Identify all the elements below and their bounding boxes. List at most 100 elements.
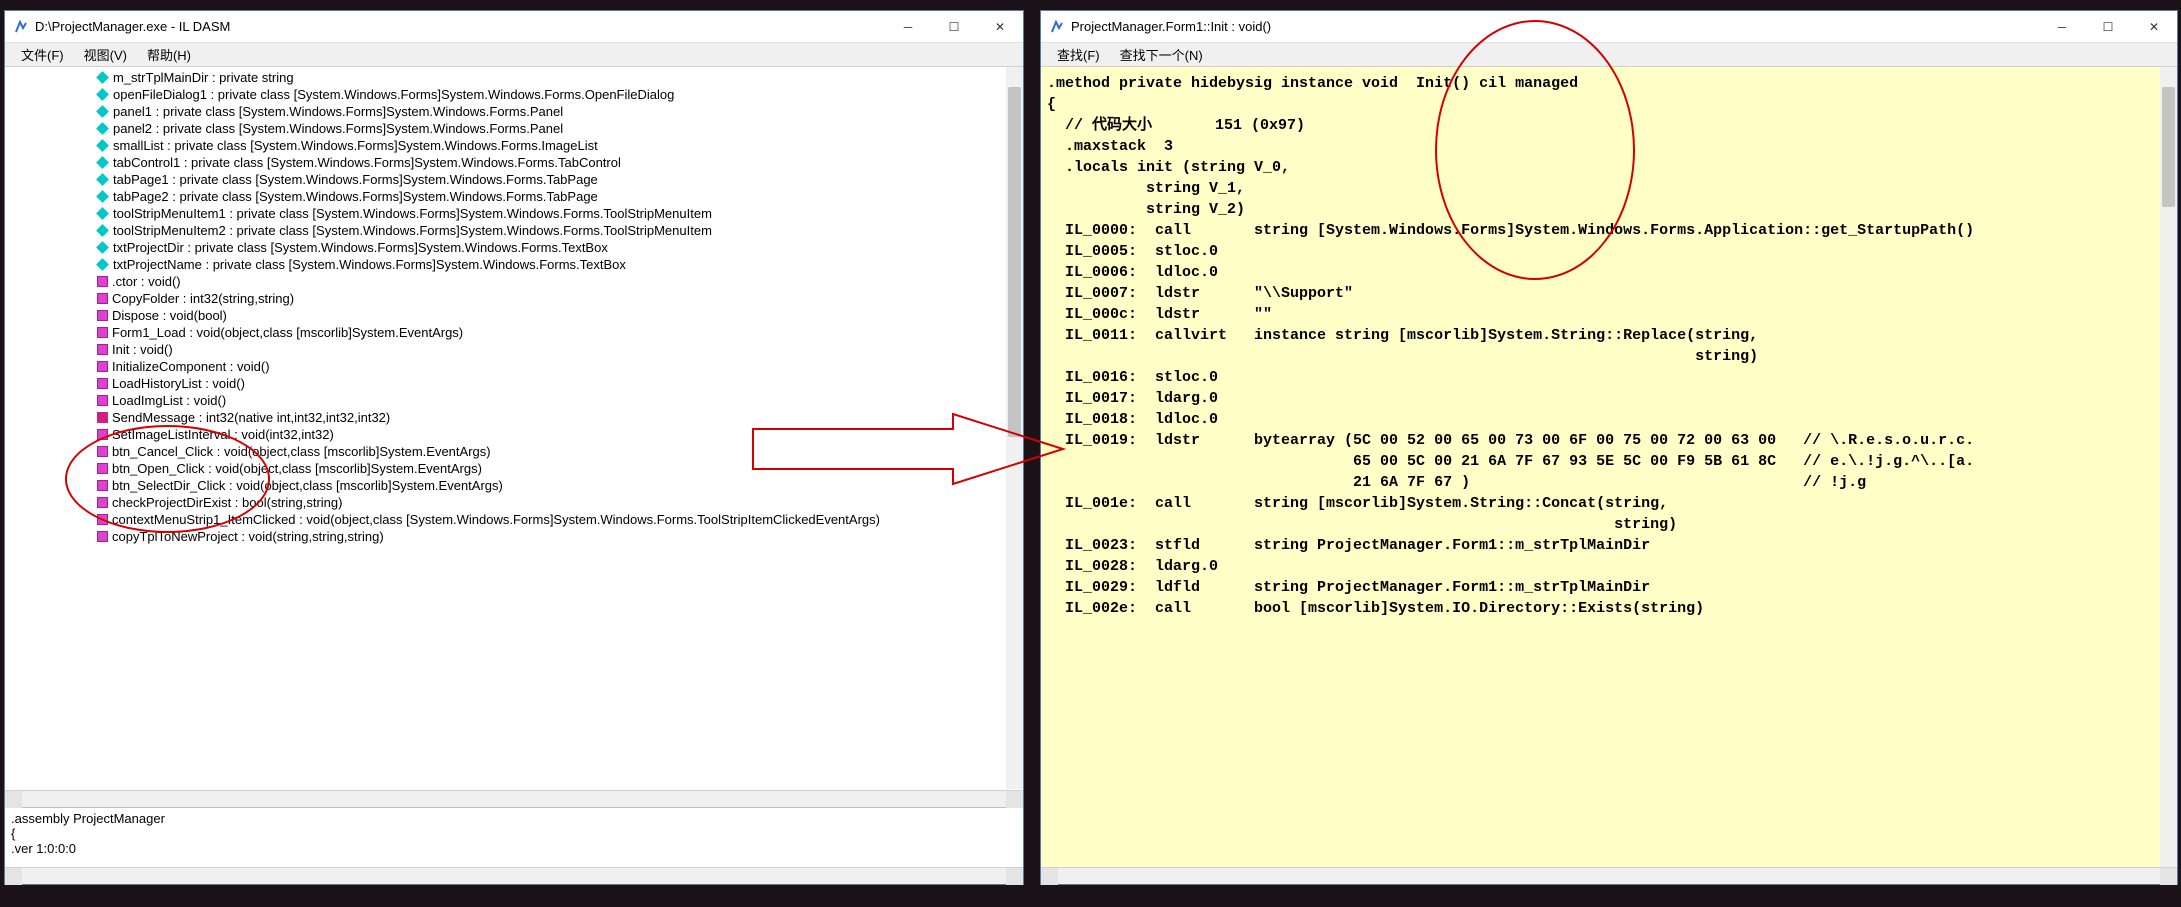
tree-node-label: SetImageListInterval : void(int32,int32) [112,426,334,443]
method-icon [97,531,108,542]
tree-view[interactable]: m_strTplMainDir : private stringopenFile… [5,67,1023,790]
app-icon [1049,19,1065,35]
tree-node-label: panel2 : private class [System.Windows.F… [113,120,563,137]
menu-view[interactable]: 视图(V) [74,43,137,66]
method-icon [97,446,108,457]
ildasm-disasm-window: ProjectManager.Form1::Init : void() ─ ☐ … [1040,10,2178,885]
tree-node[interactable]: btn_Open_Click : void(object,class [msco… [95,460,1023,477]
tree-node-label: LoadHistoryList : void() [112,375,245,392]
tree-node[interactable]: tabControl1 : private class [System.Wind… [95,154,1023,171]
field-icon [96,241,109,254]
tree-node-label: smallList : private class [System.Window… [113,137,598,154]
tree-node[interactable]: panel1 : private class [System.Windows.F… [95,103,1023,120]
tree-node[interactable]: CopyFolder : int32(string,string) [95,290,1023,307]
tree-node[interactable]: txtProjectName : private class [System.W… [95,256,1023,273]
menubar-right: 查找(F) 查找下一个(N) [1041,43,2177,67]
field-icon [96,258,109,271]
tree-node[interactable]: toolStripMenuItem1 : private class [Syst… [95,205,1023,222]
tree-node[interactable]: smallList : private class [System.Window… [95,137,1023,154]
field-icon [96,156,109,169]
tree-node[interactable]: Form1_Load : void(object,class [mscorlib… [95,324,1023,341]
menu-find-next[interactable]: 查找下一个(N) [1110,43,1213,66]
tree-node[interactable]: .ctor : void() [95,273,1023,290]
tree-node[interactable]: tabPage2 : private class [System.Windows… [95,188,1023,205]
tree-node[interactable]: SendMessage : int32(native int,int32,int… [95,409,1023,426]
tree-node-label: panel1 : private class [System.Windows.F… [113,103,563,120]
tree-node-label: InitializeComponent : void() [112,358,270,375]
assembly-info-pane: .assembly ProjectManager { .ver 1:0:0:0 [5,807,1023,867]
tree-node[interactable]: openFileDialog1 : private class [System.… [95,86,1023,103]
window-title: ProjectManager.Form1::Init : void() [1071,19,2039,34]
method-icon [97,293,108,304]
tree-node[interactable]: LoadImgList : void() [95,392,1023,409]
tree-node-label: txtProjectName : private class [System.W… [113,256,626,273]
tree-node-label: Form1_Load : void(object,class [mscorlib… [112,324,463,341]
tree-node[interactable]: toolStripMenuItem2 : private class [Syst… [95,222,1023,239]
tree-node-label: tabControl1 : private class [System.Wind… [113,154,621,171]
tree-node[interactable]: Dispose : void(bool) [95,307,1023,324]
tree-node[interactable]: txtProjectDir : private class [System.Wi… [95,239,1023,256]
horizontal-scrollbar-tree[interactable] [5,790,1023,807]
tree-node-label: tabPage2 : private class [System.Windows… [113,188,598,205]
maximize-button[interactable]: ☐ [2085,12,2131,42]
field-icon [96,105,109,118]
method-icon [97,276,108,287]
method-icon [97,463,108,474]
tree-node-label: openFileDialog1 : private class [System.… [113,86,674,103]
method-icon [97,361,108,372]
method-icon [97,497,108,508]
tree-node[interactable]: tabPage1 : private class [System.Windows… [95,171,1023,188]
close-button[interactable]: ✕ [977,12,1023,42]
field-icon [96,71,109,84]
tree-node-label: checkProjectDirExist : bool(string,strin… [112,494,342,511]
titlebar-right[interactable]: ProjectManager.Form1::Init : void() ─ ☐ … [1041,11,2177,43]
method-icon [97,480,108,491]
method-icon [97,344,108,355]
window-title: D:\ProjectManager.exe - IL DASM [35,19,885,34]
tree-node-label: SendMessage : int32(native int,int32,int… [112,409,390,426]
menu-help[interactable]: 帮助(H) [137,43,201,66]
field-icon [96,190,109,203]
tree-node[interactable]: checkProjectDirExist : bool(string,strin… [95,494,1023,511]
menu-find[interactable]: 查找(F) [1047,43,1110,66]
tree-node-label: toolStripMenuItem2 : private class [Syst… [113,222,712,239]
tree-node[interactable]: btn_SelectDir_Click : void(object,class … [95,477,1023,494]
menubar-left: 文件(F) 视图(V) 帮助(H) [5,43,1023,67]
tree-node[interactable]: SetImageListInterval : void(int32,int32) [95,426,1023,443]
tree-node-label: contextMenuStrip1_ItemClicked : void(obj… [112,511,880,528]
tree-node[interactable]: contextMenuStrip1_ItemClicked : void(obj… [95,511,1023,528]
vertical-scrollbar[interactable] [2160,67,2177,867]
method-icon [97,514,108,525]
tree-node[interactable]: copyTplToNewProject : void(string,string… [95,528,1023,545]
minimize-button[interactable]: ─ [885,12,931,42]
tree-node[interactable]: btn_Cancel_Click : void(object,class [ms… [95,443,1023,460]
maximize-button[interactable]: ☐ [931,12,977,42]
tree-node[interactable]: LoadHistoryList : void() [95,375,1023,392]
app-icon [13,19,29,35]
tree-node-label: .ctor : void() [112,273,181,290]
tree-node[interactable]: panel2 : private class [System.Windows.F… [95,120,1023,137]
minimize-button[interactable]: ─ [2039,12,2085,42]
tree-node[interactable]: Init : void() [95,341,1023,358]
tree-node[interactable]: m_strTplMainDir : private string [95,69,1023,86]
tree-node-label: m_strTplMainDir : private string [113,69,294,86]
tree-node[interactable]: InitializeComponent : void() [95,358,1023,375]
close-button[interactable]: ✕ [2131,12,2177,42]
tree-node-label: btn_SelectDir_Click : void(object,class … [112,477,503,494]
tree-node-label: toolStripMenuItem1 : private class [Syst… [113,205,712,222]
horizontal-scrollbar-status[interactable] [5,867,1023,884]
ildasm-main-window: D:\ProjectManager.exe - IL DASM ─ ☐ ✕ 文件… [4,10,1024,885]
field-icon [96,139,109,152]
titlebar-left[interactable]: D:\ProjectManager.exe - IL DASM ─ ☐ ✕ [5,11,1023,43]
tree-node-label: Dispose : void(bool) [112,307,227,324]
menu-file[interactable]: 文件(F) [11,43,74,66]
static-method-icon [97,412,108,423]
vertical-scrollbar[interactable] [1006,67,1023,789]
horizontal-scrollbar[interactable] [1041,867,2177,884]
field-icon [96,122,109,135]
field-icon [96,88,109,101]
field-icon [96,224,109,237]
method-icon [97,327,108,338]
tree-node-label: LoadImgList : void() [112,392,226,409]
il-code-view[interactable]: .method private hidebysig instance void … [1041,67,2177,867]
